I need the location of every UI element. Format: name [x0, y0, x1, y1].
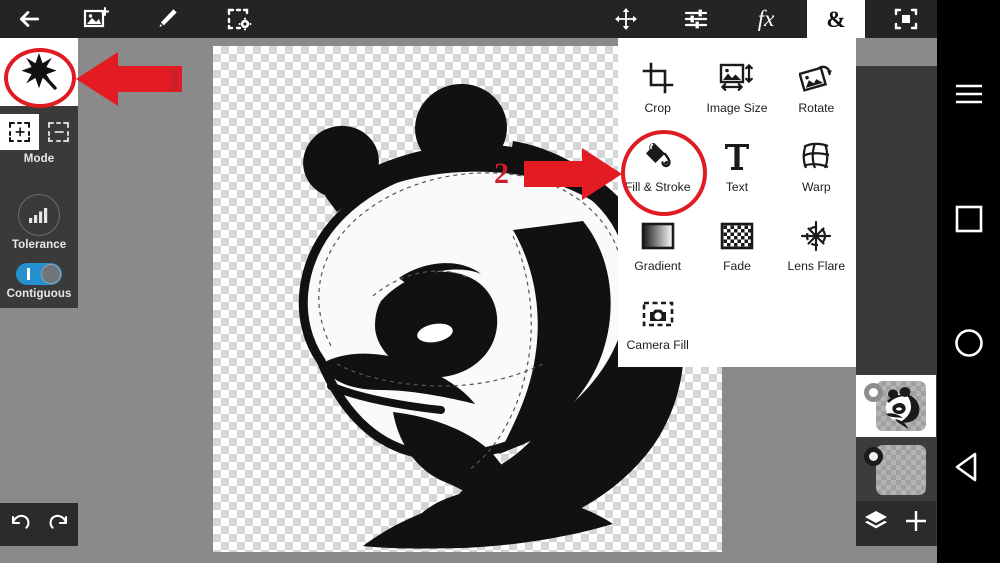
- contiguous-label: Contiguous: [6, 288, 72, 300]
- back-arrow-icon[interactable]: [0, 0, 58, 38]
- move-icon[interactable]: [597, 0, 655, 38]
- tolerance-icon: [18, 194, 60, 236]
- tool-options-panel: Mode Tolerance Contiguous: [0, 38, 78, 308]
- menu-item-label: Lens Flare: [787, 259, 846, 273]
- magic-wand-tool[interactable]: [0, 38, 78, 106]
- warp-icon: [800, 137, 832, 177]
- menu-item-camera-fill[interactable]: Camera Fill: [618, 287, 697, 363]
- crop-icon: [642, 58, 674, 98]
- tolerance-label: Tolerance: [11, 239, 67, 251]
- back-triangle-icon[interactable]: [937, 435, 1000, 498]
- contiguous-option-group[interactable]: Contiguous: [0, 263, 78, 300]
- menu-item-warp[interactable]: Warp: [777, 129, 856, 205]
- gradient-icon: [641, 216, 675, 256]
- image-size-icon: [719, 58, 755, 98]
- lens-flare-icon: [800, 216, 832, 256]
- menu-item-label: Crop: [644, 101, 671, 115]
- menu-item-label: Rotate: [798, 101, 835, 115]
- magic-wand-icon: [21, 53, 57, 90]
- mode-buttons: [0, 114, 78, 150]
- menu-icon[interactable]: [937, 62, 1000, 125]
- menu-item-label: Text: [725, 180, 749, 194]
- ampersand-label: &: [826, 6, 846, 32]
- menu-item-label: Camera Fill: [626, 338, 689, 352]
- history-bar: [0, 503, 78, 546]
- layer-visibility-toggle[interactable]: [864, 383, 883, 402]
- layers-strip-top-gap: [856, 38, 937, 66]
- toggle-on-bar: [27, 268, 30, 280]
- effects-menu-panel: Crop Image Size Rotate Fill & Stroke Tex…: [618, 38, 856, 367]
- toggle-knob: [41, 264, 61, 284]
- menu-item-image-size[interactable]: Image Size: [697, 50, 776, 126]
- layer-thumbnail: [876, 381, 926, 431]
- list-item[interactable]: [856, 375, 936, 437]
- top-toolbar: fx &: [0, 0, 937, 38]
- annotation-number-1: 1: [166, 62, 183, 99]
- fit-screen-icon[interactable]: [877, 0, 935, 38]
- effects-menu-grid: Crop Image Size Rotate Fill & Stroke Tex…: [618, 50, 856, 363]
- layers-button[interactable]: [863, 508, 889, 539]
- menu-item-label: Fade: [723, 259, 751, 273]
- add-image-icon[interactable]: [67, 0, 125, 38]
- menu-item-fill-stroke[interactable]: Fill & Stroke: [618, 129, 697, 205]
- recents-square-icon[interactable]: [937, 187, 1000, 250]
- menu-item-rotate[interactable]: Rotate: [777, 50, 856, 126]
- fx-icon[interactable]: fx: [737, 0, 795, 38]
- menu-item-lens-flare[interactable]: Lens Flare: [777, 208, 856, 284]
- brush-icon[interactable]: [138, 0, 196, 38]
- menu-item-text[interactable]: Text: [697, 129, 776, 205]
- menu-item-gradient[interactable]: Gradient: [618, 208, 697, 284]
- layer-thumb-panda: [885, 387, 920, 429]
- editor-root: fx & Mode Tolerance Contiguous Crop Imag…: [0, 0, 1000, 563]
- fx-label: fx: [757, 6, 775, 31]
- menu-item-fade[interactable]: Fade: [697, 208, 776, 284]
- annotation-arrow-1: [76, 52, 182, 106]
- rotate-icon: [799, 58, 833, 98]
- menu-item-label: Fill & Stroke: [624, 180, 691, 194]
- menu-item-label: Image Size: [706, 101, 768, 115]
- contiguous-toggle[interactable]: [16, 263, 62, 285]
- home-circle-icon[interactable]: [937, 311, 1000, 374]
- tolerance-option-group[interactable]: Tolerance: [0, 194, 78, 251]
- subtract-from-selection-button[interactable]: [39, 114, 78, 150]
- list-item[interactable]: [856, 439, 936, 501]
- menu-item-label: Gradient: [634, 259, 682, 273]
- add-layer-button[interactable]: [903, 508, 929, 539]
- camera-fill-icon: [642, 295, 674, 335]
- layer-thumbnail: [876, 445, 926, 495]
- android-navigation-bar: [937, 0, 1000, 563]
- ampersand-icon[interactable]: &: [807, 0, 865, 38]
- menu-item-label: Warp: [801, 180, 831, 194]
- layers-actions-bar: [856, 501, 936, 546]
- undo-button[interactable]: [8, 510, 32, 539]
- fade-icon: [720, 216, 754, 256]
- redo-button[interactable]: [47, 510, 71, 539]
- mode-option-group: Mode: [0, 114, 78, 165]
- mode-label: Mode: [23, 153, 55, 165]
- text-icon: [722, 137, 752, 177]
- add-to-selection-button[interactable]: [0, 114, 39, 150]
- menu-item-crop[interactable]: Crop: [618, 50, 697, 126]
- fill-stroke-icon: [641, 137, 675, 177]
- layer-visibility-toggle[interactable]: [864, 447, 883, 466]
- selection-settings-icon[interactable]: [210, 0, 268, 38]
- adjustments-icon[interactable]: [667, 0, 725, 38]
